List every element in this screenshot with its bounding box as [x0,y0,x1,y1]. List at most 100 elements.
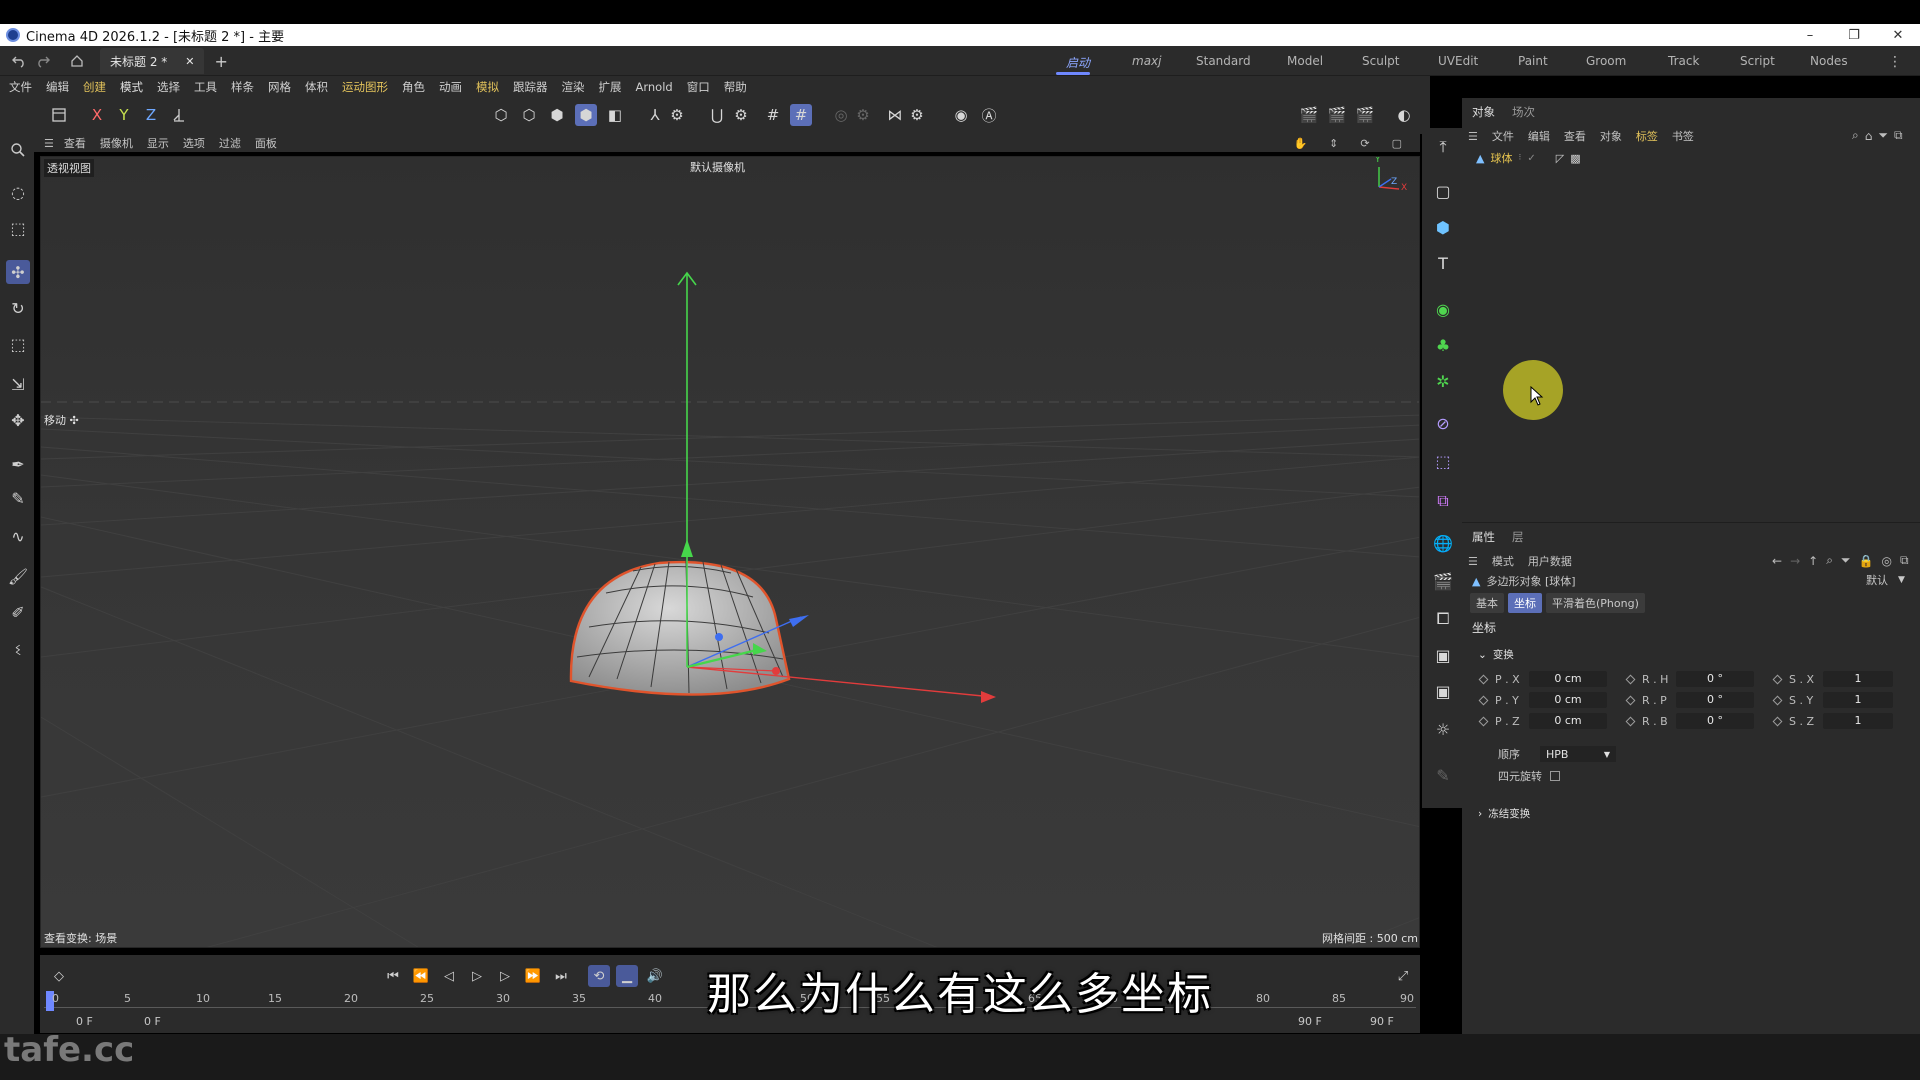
video-camera-icon[interactable]: ▣ [1430,642,1456,668]
keyframe-diamond-icon[interactable] [1478,716,1489,726]
order-dropdown[interactable]: HPB ▼ [1540,746,1616,762]
obj-menu-edit[interactable]: 编辑 [1528,128,1550,144]
menu-mesh[interactable]: 网格 [268,79,291,95]
viewport-menu-view[interactable]: 查看 [64,135,86,151]
generator-icon[interactable]: ◉ [1430,296,1456,322]
obj-menu-tags[interactable]: 标签 [1636,128,1658,144]
viewport-maximize-icon[interactable]: ▢ [1392,137,1402,150]
knife-icon[interactable]: ଽ [6,638,30,662]
spline-smooth-icon[interactable]: ∿ [6,524,30,548]
field-icon[interactable]: ⊘ [1430,410,1456,436]
menu-edit[interactable]: 编辑 [46,79,69,95]
minimize-button[interactable]: – [1788,28,1832,43]
symmetry-settings-icon[interactable]: ⚙ [852,104,874,126]
checkmark-icon[interactable]: ✓ [1527,153,1535,164]
keyframe-diamond-icon[interactable] [1772,674,1783,684]
layout-panel-icon[interactable]: ⤒ [1430,134,1456,160]
layout-tab-model[interactable]: Model [1283,54,1327,68]
viewport-menu-options[interactable]: 选项 [183,135,205,151]
render-picture-viewer-icon[interactable]: 🎬 [1354,104,1376,126]
scale-z-field[interactable]: 1 [1823,713,1893,729]
rotation-h-field[interactable]: 0 ° [1676,671,1754,687]
redo-icon[interactable] [36,54,50,68]
viewport-zoom-icon[interactable]: ⇕ [1329,137,1338,150]
snap-icon[interactable]: ⋃ [706,104,728,126]
menu-simulate[interactable]: 模拟 [476,79,499,95]
close-window-button[interactable]: ✕ [1876,28,1920,43]
layout-tab-groom[interactable]: Groom [1582,54,1630,68]
preset-dropdown[interactable]: 默认 ▼ [1866,572,1905,588]
render-region-icon[interactable]: 🎬 [1298,104,1320,126]
keyframe-diamond-icon[interactable] [1625,695,1636,705]
forward-arrow-icon[interactable]: → [1790,554,1800,568]
up-arrow-icon[interactable]: ↑ [1808,554,1818,568]
subtab-phong[interactable]: 平滑着色(Phong) [1546,593,1645,613]
menu-file[interactable]: 文件 [9,79,32,95]
guides-icon[interactable]: Ⓐ [978,104,1000,126]
menu-tracker[interactable]: 跟踪器 [513,79,548,95]
cube-primitive-icon[interactable]: ▢ [1430,178,1456,204]
menu-help[interactable]: 帮助 [724,79,747,95]
text-object-icon[interactable]: T [1430,250,1456,276]
coordinate-system-icon[interactable] [168,104,190,126]
pen-disabled-icon[interactable]: ✎ [1430,762,1456,788]
grid-icon[interactable]: # [762,104,784,126]
viewport-menu-panel[interactable]: 面板 [255,135,277,151]
tab-attributes[interactable]: 属性 [1472,529,1495,545]
keyframe-diamond-icon[interactable] [1478,695,1489,705]
symmetry-icon[interactable]: ◎ [830,104,852,126]
subtab-coordinates[interactable]: 坐标 [1508,593,1542,613]
keyframe-diamond-icon[interactable] [1625,674,1636,684]
axis-settings-icon[interactable]: ⚙ [666,104,688,126]
lock-y-axis-button[interactable]: Y [113,104,135,126]
menu-select[interactable]: 选择 [157,79,180,95]
menu-arnold[interactable]: Arnold [636,80,673,94]
phong-tag-icon[interactable]: ◸ [1556,152,1564,165]
lock-z-axis-button[interactable]: Z [140,104,162,126]
scene-icon[interactable] [48,104,70,126]
more-menu-icon[interactable]: ⋮ [1888,54,1902,70]
render-view-icon[interactable]: 🎬 [1326,104,1348,126]
obj-search-icon[interactable]: ⌕ [1852,128,1859,143]
rotate-tool-icon[interactable]: ↻ [6,296,30,320]
record-camera-icon[interactable]: ▣ [1430,678,1456,704]
obj-menu-file[interactable]: 文件 [1492,128,1514,144]
home-icon[interactable] [70,54,84,68]
layout-tab-maxj[interactable]: maxj [1128,54,1165,68]
spline-pen-icon[interactable]: ✐ [6,600,30,624]
keyframe-diamond-icon[interactable] [1625,716,1636,726]
add-tab-button[interactable]: + [214,52,227,71]
viewport-orbit-icon[interactable]: ⟳ [1360,137,1369,150]
layout-tab-nodes[interactable]: Nodes [1806,54,1852,68]
layout-tab-uvedit[interactable]: UVEdit [1434,54,1482,68]
layout-tab-sculpt[interactable]: Sculpt [1358,54,1403,68]
cloner-icon[interactable]: ♣ [1430,332,1456,358]
layout-tab-standard[interactable]: Standard [1192,54,1255,68]
volume-icon[interactable]: ⬚ [1430,448,1456,474]
viewport-menu-filter[interactable]: 过滤 [219,135,241,151]
render-settings-icon[interactable]: ◐ [1393,104,1415,126]
obj-new-window-icon[interactable]: ⧉ [1894,128,1903,143]
undo-icon[interactable] [12,54,26,68]
menu-create[interactable]: 创建 [83,79,106,95]
uv-mode-icon[interactable]: ◧ [604,104,626,126]
position-x-field[interactable]: 0 cm [1529,671,1607,687]
effector-icon[interactable]: ⧉ [1430,488,1456,514]
keyframe-diamond-icon[interactable] [1772,695,1783,705]
menu-window[interactable]: 窗口 [687,79,710,95]
tab-takes[interactable]: 场次 [1512,104,1535,120]
transform-group-header[interactable]: ⌄ 变换 [1478,647,1514,662]
menu-mode[interactable]: 模式 [120,79,143,95]
environment-icon[interactable]: 🌐 [1430,530,1456,556]
scale-tool-icon[interactable]: ⬚ [6,332,30,356]
menu-volume[interactable]: 体积 [305,79,328,95]
sketch-spline-icon[interactable]: ✎ [6,486,30,510]
scale-x-field[interactable]: 1 [1823,671,1893,687]
obj-home-icon[interactable]: ⌂ [1865,129,1873,143]
position-y-field[interactable]: 0 cm [1529,692,1607,708]
mirror-icon[interactable]: ⋈ [884,104,906,126]
menu-spline[interactable]: 样条 [231,79,254,95]
document-tab[interactable]: 未标题 2 * ✕ [100,48,205,74]
lock-icon[interactable]: 🔒 [1859,554,1874,568]
material-tag-icon[interactable]: ▩ [1570,152,1580,165]
